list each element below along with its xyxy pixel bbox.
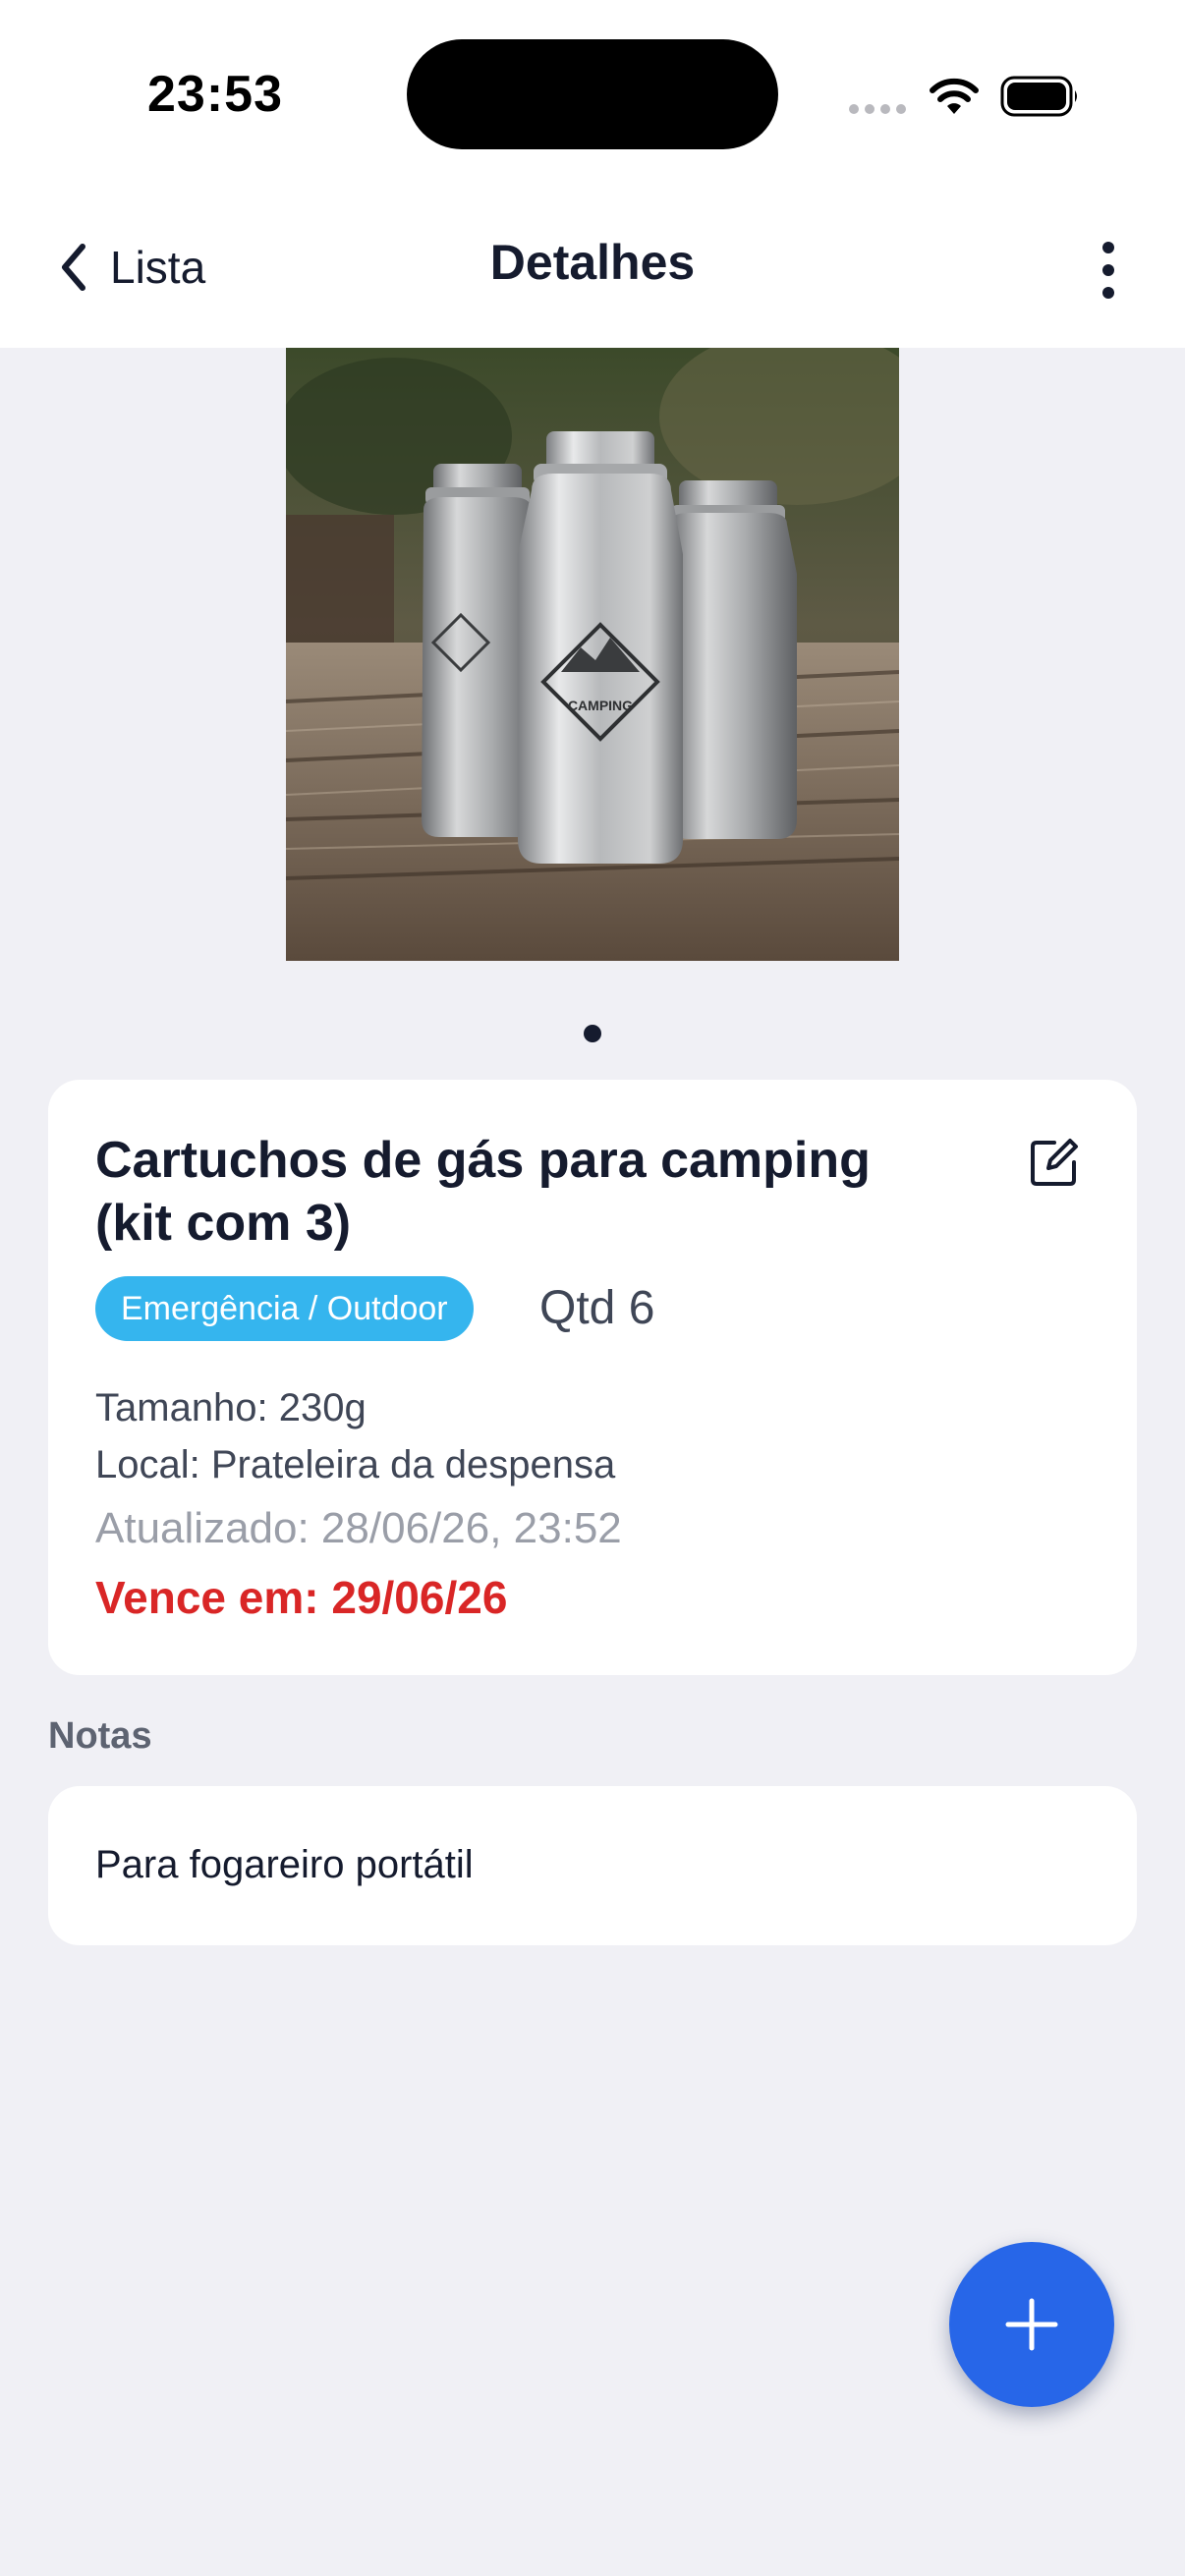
more-options-button[interactable]	[1089, 238, 1128, 303]
item-location: Local: Prateleira da despensa	[95, 1443, 616, 1486]
edit-button[interactable]	[1027, 1135, 1082, 1190]
cellular-signal-icon	[849, 104, 906, 114]
navigation-bar: Lista Detalhes	[0, 196, 1185, 348]
page-indicator-dot	[584, 1025, 601, 1042]
expiration-date: Vence em: 29/06/26	[95, 1572, 508, 1623]
item-detail-card: Cartuchos de gás para camping (kit com 3…	[48, 1080, 1137, 1675]
page-title: Detalhes	[489, 235, 696, 290]
dynamic-island	[407, 39, 778, 149]
notes-text: Para fogareiro portátil	[95, 1843, 474, 1886]
plus-icon	[1005, 2298, 1058, 2351]
add-button[interactable]	[949, 2242, 1114, 2407]
item-title: Cartuchos de gás para camping (kit com 3…	[95, 1129, 940, 1255]
battery-icon	[1000, 76, 1077, 117]
more-vertical-icon	[1102, 242, 1114, 299]
updated-timestamp: Atualizado: 28/06/26, 23:52	[95, 1504, 622, 1552]
status-bar: 23:53	[0, 0, 1185, 196]
photo-label: CAMPING	[568, 698, 633, 713]
notes-heading: Notas	[48, 1715, 152, 1757]
quantity: Qtd 6	[539, 1282, 655, 1334]
category-tag: Emergência / Outdoor	[95, 1276, 474, 1341]
edit-icon	[1031, 1139, 1078, 1186]
gas-cartridges-photo: CAMPING	[286, 348, 899, 961]
item-title-line2: (kit com 3)	[95, 1195, 352, 1252]
notes-card: Para fogareiro portátil	[48, 1786, 1137, 1945]
product-photo[interactable]: CAMPING	[286, 348, 899, 961]
item-title-line1: Cartuchos de gás para camping	[95, 1132, 871, 1189]
status-time: 23:53	[147, 66, 283, 123]
item-size: Tamanho: 230g	[95, 1386, 367, 1429]
wifi-icon	[930, 78, 979, 114]
